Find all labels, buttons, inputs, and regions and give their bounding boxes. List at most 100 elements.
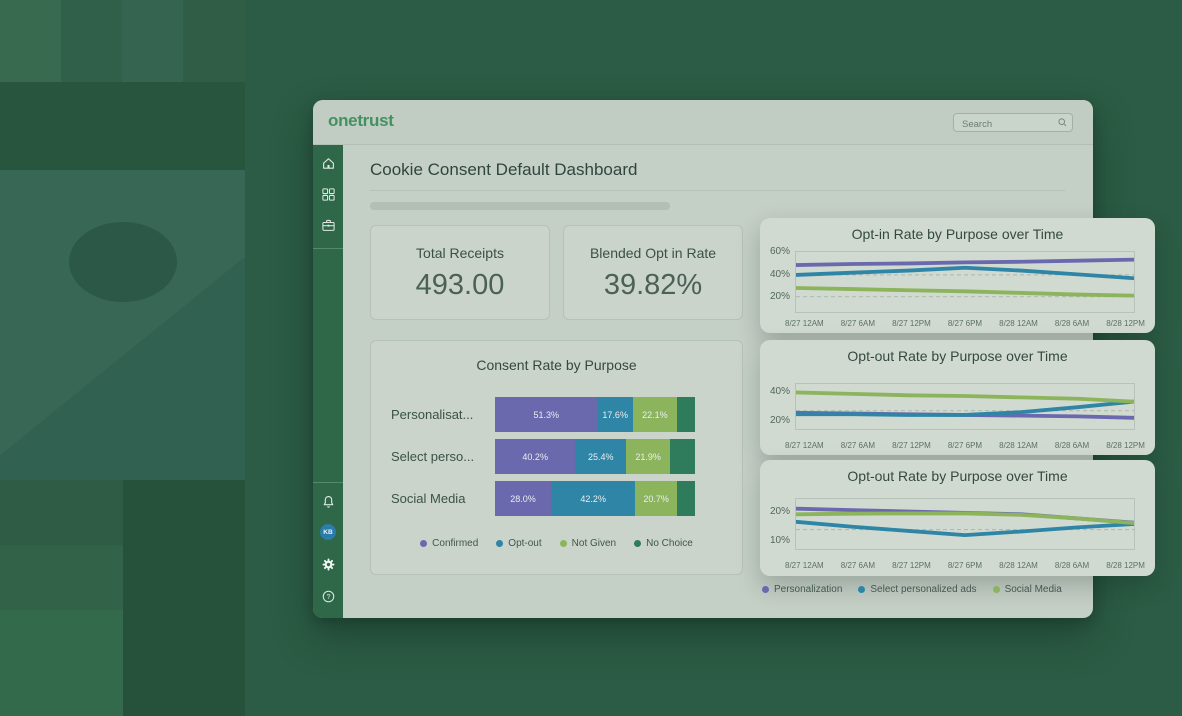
briefcase-icon[interactable] <box>321 218 336 233</box>
x-axis-tick: 8/28 12AM <box>999 441 1038 450</box>
legend-dot <box>993 586 1000 593</box>
page-title: Cookie Consent Default Dashboard <box>370 160 637 180</box>
x-axis-tick: 8/27 6PM <box>948 561 982 570</box>
bar-row-label: Social Media <box>391 491 495 506</box>
x-axis-tick: 8/28 12PM <box>1106 319 1145 328</box>
bell-icon[interactable] <box>321 494 336 509</box>
chart-title: Opt-in Rate by Purpose over Time <box>760 226 1155 242</box>
bg-diagonal <box>0 170 245 480</box>
legend-label: Personalization <box>774 584 842 595</box>
legend-item: Confirmed <box>420 538 478 549</box>
consent-rate-chart-card: Consent Rate by Purpose Personalisat...5… <box>370 340 743 575</box>
x-axis-tick: 8/27 12AM <box>785 441 824 450</box>
x-axis-tick: 8/27 12PM <box>892 441 931 450</box>
chart-plot-area <box>795 251 1135 313</box>
legend-label: No Choice <box>646 538 693 549</box>
sidebar: KB ? <box>313 145 343 618</box>
user-avatar[interactable]: KB <box>320 524 336 540</box>
bg-tile <box>61 0 122 82</box>
chart-title: Opt-out Rate by Purpose over Time <box>760 468 1155 484</box>
y-axis-tick: 20% <box>760 506 790 517</box>
legend-item: Opt-out <box>496 538 541 549</box>
search-input[interactable] <box>954 116 1072 133</box>
stat-value: 493.00 <box>371 269 549 302</box>
stat-label: Blended Opt in Rate <box>564 245 742 261</box>
line-charts-legend: Personalization Select personalized ads So… <box>762 584 1062 595</box>
bar-segment-opt-out: 25.4% <box>575 439 626 474</box>
legend-label: Confirmed <box>432 538 478 549</box>
bg-tile <box>0 0 61 82</box>
y-axis-tick: 20% <box>760 291 790 302</box>
y-axis-tick: 40% <box>760 269 790 280</box>
bar-row-label: Select perso... <box>391 449 495 464</box>
x-axis-tick: 8/27 12AM <box>785 561 824 570</box>
svg-text:?: ? <box>326 594 330 601</box>
total-receipts-card: Total Receipts 493.00 <box>370 225 550 320</box>
x-axis-labels: 8/27 12AM 8/27 6AM 8/27 12PM 8/27 6PM 8/28 1… <box>785 441 1145 450</box>
x-axis-tick: 8/28 6AM <box>1055 561 1089 570</box>
search-box[interactable] <box>953 113 1073 132</box>
optout-rate-chart-card-2: Opt-out Rate by Purpose over Time 10% 20%… <box>760 460 1155 576</box>
bg-tile <box>0 610 123 716</box>
legend-dot <box>634 540 641 547</box>
bar-segment-not-given: 20.7% <box>635 481 676 516</box>
legend-label: Select personalized ads <box>870 584 976 595</box>
bar-segment-confirmed: 51.3% <box>495 397 598 432</box>
bg-tile <box>0 480 123 545</box>
x-axis-tick: 8/27 12PM <box>892 319 931 328</box>
optout-rate-chart-card-1: Opt-out Rate by Purpose over Time 20%40%… <box>760 340 1155 455</box>
home-icon[interactable] <box>321 156 336 171</box>
x-axis-tick: 8/27 6PM <box>948 441 982 450</box>
title-divider <box>370 190 1065 191</box>
x-axis-tick: 8/27 12AM <box>785 319 824 328</box>
app-header: onetrust <box>313 100 1093 145</box>
x-axis-tick: 8/28 12PM <box>1106 441 1145 450</box>
onetrust-logo: onetrust <box>328 111 394 131</box>
bar-segment-confirmed: 28.0% <box>495 481 551 516</box>
legend-dot <box>496 540 503 547</box>
y-axis-tick: 40% <box>760 386 790 397</box>
legend-item: No Choice <box>634 538 693 549</box>
sidebar-divider <box>313 248 343 249</box>
x-axis-tick: 8/28 12AM <box>999 561 1038 570</box>
bar-segment-opt-out: 17.6% <box>598 397 633 432</box>
search-icon <box>1057 117 1068 128</box>
x-axis-tick: 8/27 6PM <box>948 319 982 328</box>
x-axis-tick: 8/27 6AM <box>841 441 875 450</box>
gear-icon[interactable] <box>321 557 336 572</box>
bg-tile <box>122 0 183 82</box>
x-axis-tick: 8/28 6AM <box>1055 319 1089 328</box>
legend-item: Social Media <box>993 584 1062 595</box>
chart-plot-area <box>795 498 1135 550</box>
chart-plot-area <box>795 383 1135 430</box>
chart-title: Opt-out Rate by Purpose over Time <box>760 348 1155 364</box>
tab-skeleton-bar <box>370 202 670 210</box>
bg-circle <box>69 222 177 302</box>
bar-row: Personalisat...51.3%17.6%22.1% <box>391 397 695 432</box>
legend-item: Not Given <box>560 538 616 549</box>
x-axis-tick: 8/28 12PM <box>1106 561 1145 570</box>
legend-dot <box>858 586 865 593</box>
apps-grid-icon[interactable] <box>321 187 336 202</box>
x-axis-labels: 8/27 12AM8/27 6AM8/27 12PM8/27 6PM8/28 1… <box>785 319 1145 328</box>
legend-item: Select personalized ads <box>858 584 976 595</box>
stacked-bar: 40.2%25.4%21.9% <box>495 439 695 474</box>
bar-segment-opt-out: 42.2% <box>551 481 635 516</box>
x-axis-tick: 8/28 6AM <box>1055 441 1089 450</box>
legend-dot <box>560 540 567 547</box>
bg-tile <box>0 545 123 610</box>
bar-segment-confirmed: 40.2% <box>495 439 575 474</box>
y-axis-tick: 10% <box>760 535 790 546</box>
stacked-bar: 51.3%17.6%22.1% <box>495 397 695 432</box>
legend-label: Opt-out <box>508 538 541 549</box>
chart-title: Consent Rate by Purpose <box>371 357 742 373</box>
legend-dot <box>420 540 427 547</box>
bar-segment-not-given: 21.9% <box>626 439 670 474</box>
sidebar-divider <box>313 482 343 483</box>
help-icon[interactable]: ? <box>321 589 336 604</box>
y-axis-tick: 60% <box>760 246 790 257</box>
legend-dot <box>762 586 769 593</box>
stacked-bar-chart: Personalisat...51.3%17.6%22.1% Select per… <box>391 397 695 523</box>
bar-segment-no-choice <box>677 397 695 432</box>
bg-tile <box>0 170 245 480</box>
